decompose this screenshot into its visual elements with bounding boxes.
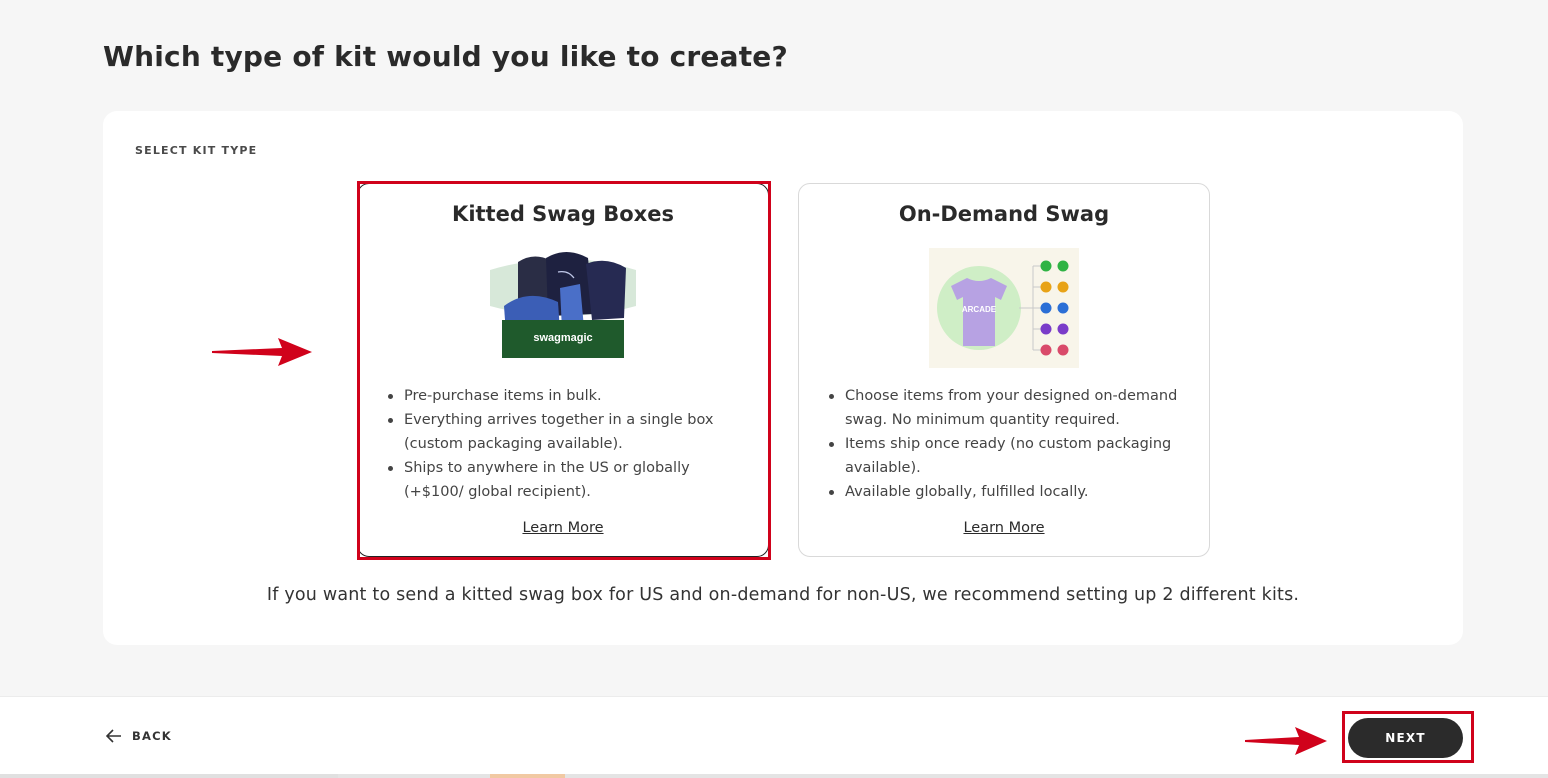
page-title: Which type of kit would you like to crea… [103, 40, 788, 73]
list-item: Available globally, fulfilled locally. [829, 480, 1181, 504]
learn-more-link-kitted: Learn More [358, 520, 768, 536]
learn-more-link[interactable]: Learn More [963, 520, 1044, 536]
kitted-swag-box-image: swagmagic [490, 252, 636, 358]
kitted-swag-boxes-card[interactable]: Kitted Swag Boxes swagmagic Pre-purchase… [357, 183, 769, 557]
card-title: Kitted Swag Boxes [452, 202, 674, 226]
shirt-print-text: ARCADE [962, 305, 997, 314]
arrow-left-icon [106, 729, 121, 743]
back-label: BACK [132, 729, 172, 743]
list-item: Everything arrives together in a single … [388, 408, 740, 456]
list-item: Items ship once ready (no custom packagi… [829, 432, 1181, 480]
kit-type-panel: SELECT KIT TYPE Kitted Swag Boxes swagma… [103, 111, 1463, 645]
section-label: SELECT KIT TYPE [135, 144, 258, 157]
box-logo-text: swagmagic [533, 332, 592, 344]
on-demand-bullets: Choose items from your designed on-deman… [829, 384, 1181, 504]
list-item: Ships to anywhere in the US or globally … [388, 456, 740, 504]
kitted-bullets: Pre-purchase items in bulk. Everything a… [388, 384, 740, 504]
next-button[interactable]: NEXT [1348, 718, 1463, 758]
list-item: Pre-purchase items in bulk. [388, 384, 740, 408]
learn-more-link-on-demand: Learn More [799, 520, 1209, 536]
back-button[interactable]: BACK [106, 729, 172, 743]
list-item: Choose items from your designed on-deman… [829, 384, 1181, 432]
card-title: On-Demand Swag [898, 202, 1110, 226]
recommendation-note: If you want to send a kitted swag box fo… [266, 585, 1300, 605]
learn-more-link[interactable]: Learn More [522, 520, 603, 536]
on-demand-swag-image: ARCADE [929, 248, 1079, 368]
footer-bar: BACK NEXT [0, 696, 1548, 778]
bottom-strip [0, 774, 1548, 778]
on-demand-swag-card[interactable]: On-Demand Swag ARCADE Choose items from … [798, 183, 1210, 557]
